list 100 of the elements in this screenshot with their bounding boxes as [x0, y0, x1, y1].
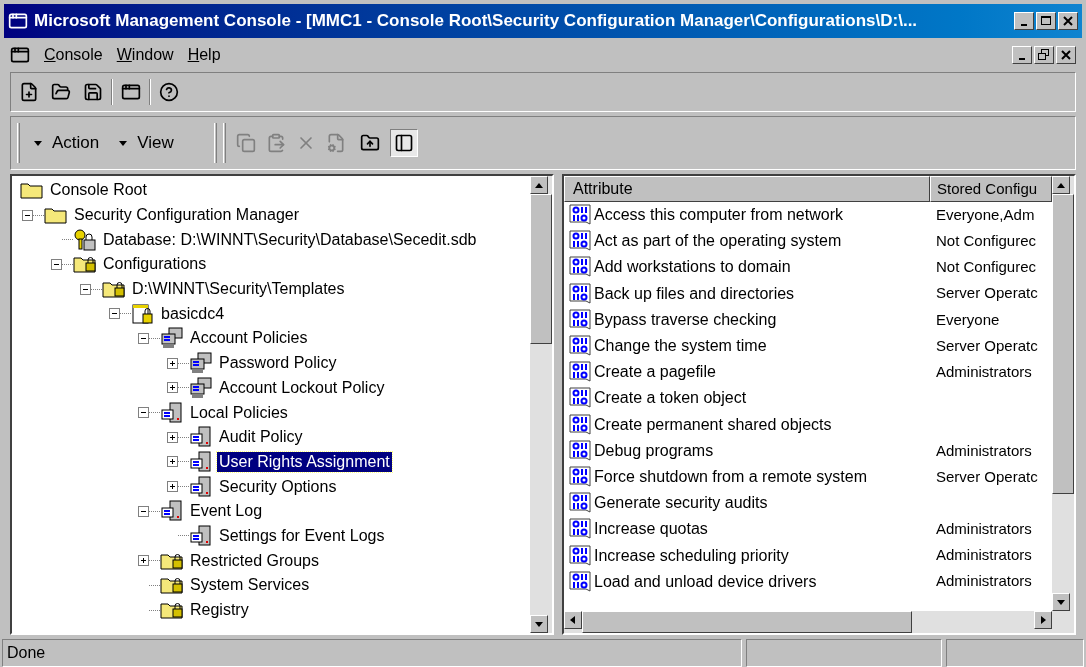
- attribute-cell[interactable]: Debug programs: [594, 438, 714, 463]
- attribute-cell[interactable]: Create permanent shared objects: [594, 412, 832, 437]
- binary-document-icon: [568, 256, 592, 279]
- scroll-up-button[interactable]: [1052, 176, 1070, 194]
- toolbar-menu[interactable]: Action: [26, 130, 106, 156]
- scroll-right-button[interactable]: [1034, 611, 1052, 629]
- expand-icon[interactable]: [167, 382, 178, 394]
- server-icon: [160, 500, 184, 523]
- stored-configuration-cell-text: Administrators: [935, 440, 1032, 461]
- attribute-cell[interactable]: Change the system time: [594, 334, 767, 359]
- attribute-cell[interactable]: Bypass traverse checking: [594, 307, 777, 332]
- expand-icon[interactable]: [167, 357, 178, 369]
- tree-item[interactable]: Local Policies: [188, 402, 290, 423]
- scroll-down-button[interactable]: [1052, 593, 1070, 611]
- server-icon: [189, 450, 213, 473]
- folder-icon: [44, 205, 68, 226]
- vertical-scrollbar[interactable]: [530, 176, 552, 633]
- tree-item[interactable]: Configurations: [101, 254, 209, 275]
- stored-configuration-cell-text: Administrators: [935, 519, 1032, 540]
- tree-item[interactable]: Registry: [188, 600, 251, 621]
- tree-item[interactable]: Security Configuration Manager: [72, 205, 301, 226]
- stored-configuration-cell-text: Administrators: [935, 545, 1032, 566]
- minimize-button[interactable]: [1012, 46, 1032, 64]
- stored-configuration-cell-text: Administrators: [935, 571, 1032, 592]
- stored-configuration-cell-text: Administrators: [935, 361, 1032, 382]
- collapse-icon[interactable]: [22, 209, 33, 221]
- locked-folder-icon: [160, 600, 184, 621]
- attribute-cell[interactable]: Create a token object: [594, 386, 747, 411]
- binary-document-icon: [568, 492, 592, 515]
- horizontal-scrollbar[interactable]: [564, 611, 1074, 633]
- tree-item[interactable]: System Services: [188, 575, 312, 596]
- tree-item[interactable]: basicdc4: [159, 303, 227, 324]
- expand-icon[interactable]: [138, 555, 149, 567]
- expand-icon[interactable]: [167, 431, 178, 443]
- tree-toggle-icon[interactable]: [389, 129, 418, 157]
- attribute-cell[interactable]: Increase quotas: [594, 517, 708, 542]
- stored-configuration-cell-text: Not Configurec: [935, 257, 1037, 278]
- binary-document-icon: [568, 465, 592, 488]
- binary-document-icon: [568, 204, 592, 227]
- collapse-icon[interactable]: [138, 407, 149, 419]
- toolbar-menu[interactable]: View: [111, 130, 180, 156]
- column-header[interactable]: Attribute: [564, 176, 930, 202]
- expand-icon[interactable]: [167, 456, 178, 468]
- stored-configuration-cell-text: Server Operatc: [935, 466, 1038, 487]
- maximize-button[interactable]: [1036, 12, 1056, 30]
- attribute-cell[interactable]: Force shutdown from a remote system: [594, 464, 867, 489]
- scroll-down-button[interactable]: [530, 615, 548, 633]
- tree-item[interactable]: User Rights Assignment: [217, 451, 392, 472]
- binary-document-icon: [568, 570, 592, 593]
- tree-item[interactable]: Account Policies: [188, 328, 310, 349]
- tree-item[interactable]: Password Policy: [217, 353, 339, 374]
- restore-button[interactable]: [1034, 46, 1054, 64]
- menu-item[interactable]: Help: [187, 43, 221, 67]
- attribute-cell[interactable]: Access this computer from network: [594, 203, 843, 228]
- locked-folder-icon: [73, 254, 97, 275]
- scroll-thumb[interactable]: [1052, 194, 1074, 494]
- scroll-thumb[interactable]: [582, 611, 912, 633]
- scroll-left-button[interactable]: [564, 611, 582, 629]
- collapse-icon[interactable]: [80, 283, 91, 295]
- scroll-up-button[interactable]: [530, 176, 548, 194]
- close-button[interactable]: [1058, 12, 1078, 30]
- attribute-cell[interactable]: Act as part of the operating system: [594, 229, 842, 254]
- stored-configuration-cell-text: Server Operatc: [935, 335, 1038, 356]
- close-button[interactable]: [1056, 46, 1076, 64]
- collapse-icon[interactable]: [138, 505, 149, 517]
- minimize-icon: [1019, 58, 1025, 60]
- tree-item[interactable]: Restricted Groups: [188, 550, 321, 571]
- collapse-icon[interactable]: [51, 258, 62, 270]
- attribute-cell[interactable]: Increase scheduling priority: [594, 543, 789, 568]
- minimize-button[interactable]: [1014, 12, 1034, 30]
- window-title: Microsoft Management Console - [MMC1 - Console Root\Security Configuration Manager\Configurations\D:\...: [34, 10, 919, 33]
- tree-item[interactable]: Console Root: [48, 180, 149, 201]
- server-icon: [189, 524, 213, 547]
- stored-configuration-cell-text: Not Configurec: [935, 231, 1037, 252]
- attribute-cell[interactable]: Load and unload device drivers: [594, 569, 817, 594]
- tree-item[interactable]: Audit Policy: [217, 427, 305, 448]
- collapse-icon[interactable]: [138, 332, 149, 344]
- collapse-icon[interactable]: [109, 308, 120, 320]
- tree-item[interactable]: Settings for Event Logs: [217, 525, 387, 546]
- menu-item[interactable]: Console: [44, 43, 103, 67]
- attribute-cell[interactable]: Create a pagefile: [594, 360, 716, 385]
- tree-item[interactable]: Database: D:\WINNT\Security\Database\Secedit.sdb: [101, 229, 479, 250]
- tree-item[interactable]: Account Lockout Policy: [217, 377, 387, 398]
- scroll-thumb[interactable]: [530, 194, 552, 344]
- attribute-cell[interactable]: Add workstations to domain: [594, 255, 791, 280]
- attribute-cell[interactable]: Back up files and directories: [594, 281, 795, 306]
- tree-item[interactable]: D:\WINNT\Security\Templates: [130, 279, 347, 300]
- menu-item[interactable]: Window: [116, 43, 174, 67]
- column-header[interactable]: Stored Configu: [930, 176, 1052, 202]
- tree-item[interactable]: Event Log: [188, 501, 265, 522]
- tree-item[interactable]: Security Options: [217, 476, 339, 497]
- binary-document-icon: [568, 230, 592, 253]
- vertical-scrollbar[interactable]: [1052, 176, 1074, 611]
- attribute-cell[interactable]: Generate security audits: [594, 491, 768, 516]
- close-icon: [1061, 14, 1075, 28]
- folder-icon: [20, 180, 44, 201]
- binary-document-icon: [568, 439, 592, 462]
- expand-icon[interactable]: [167, 481, 178, 493]
- key-lock-icon: [73, 228, 97, 251]
- stored-configuration-cell-text: Everyone: [935, 309, 1000, 330]
